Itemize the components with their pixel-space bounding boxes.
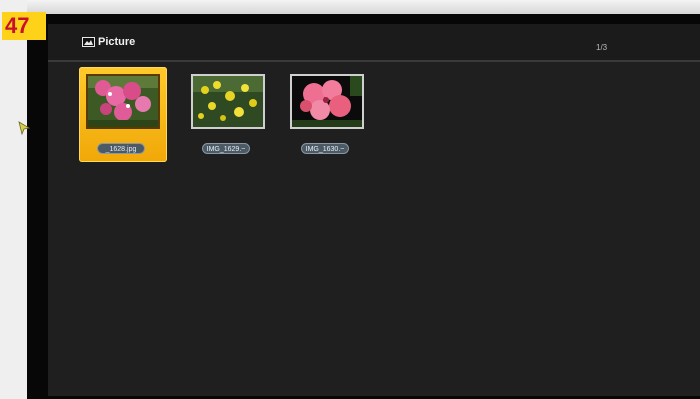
- thumbnail-tile-2[interactable]: IMG_1629.~: [184, 67, 272, 162]
- picture-icon: [82, 37, 95, 47]
- thumbnail-tile-3[interactable]: IMG_1630.~: [283, 67, 371, 162]
- thumbnail-tile-1[interactable]: _1628.jpg: [79, 67, 167, 162]
- header-bar: Picture 1/3: [48, 24, 700, 60]
- thumbnail-image: [290, 74, 364, 129]
- thumbnail-filename: _1628.jpg: [97, 143, 145, 154]
- pointer-cursor-icon: [18, 121, 30, 135]
- header-divider: [48, 60, 700, 62]
- top-strip: [0, 0, 700, 14]
- thumbnail-filename: IMG_1629.~: [202, 143, 250, 154]
- thumbnail-image: [191, 74, 265, 129]
- page-indicator: 1/3: [596, 43, 608, 52]
- step-badge: 47: [2, 12, 46, 40]
- media-browser-screen: Picture 1/3 _1628.jpg IMG_1629.~ IMG_163…: [48, 24, 700, 396]
- page-title: Picture: [98, 36, 136, 48]
- thumbnail-filename: IMG_1630.~: [301, 143, 349, 154]
- thumbnail-image: [86, 74, 160, 129]
- left-panel: [0, 0, 27, 399]
